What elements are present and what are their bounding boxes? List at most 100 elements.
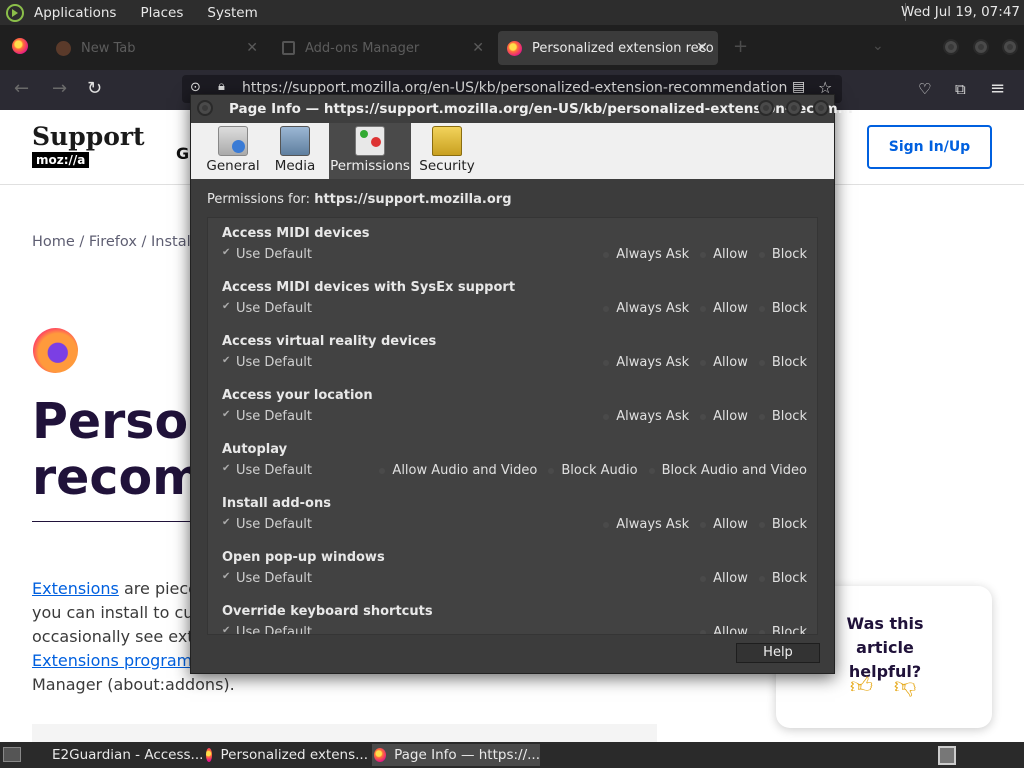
permission-option-radio[interactable]: Allow [703, 301, 748, 316]
checkmark-icon: ✔ [222, 409, 231, 420]
minimize-button[interactable] [758, 100, 774, 116]
system-logo-icon[interactable] [6, 3, 24, 22]
permission-option-radio[interactable]: Block Audio [551, 463, 637, 478]
minimize-button[interactable] [943, 39, 959, 55]
brand-support[interactable]: Support [32, 122, 145, 151]
permission-option-radio[interactable]: Always Ask [606, 517, 689, 532]
permission-option-radio[interactable]: Allow [703, 571, 748, 586]
tab-permissions[interactable]: Permissions [329, 123, 411, 179]
lock-icon[interactable]: 🔒︎ [218, 79, 225, 94]
tab-list-chevron-icon[interactable]: ⌄ [872, 38, 884, 54]
permission-options: Allow Block [689, 625, 807, 634]
new-tab-button[interactable]: + [733, 36, 748, 57]
dialog-titlebar[interactable]: Page Info — https://support.mozilla.org/… [191, 95, 853, 123]
permission-option-radio[interactable]: Block [762, 301, 807, 316]
tab-addons-manager[interactable]: Add-ons Manager ✕ [272, 31, 494, 65]
close-icon[interactable]: ✕ [472, 40, 484, 56]
taskbar-item-e2guardian[interactable]: E2Guardian - Access... [36, 744, 203, 766]
tab-media[interactable]: Media [265, 123, 325, 179]
clock[interactable]: Wed Jul 19, 07:47 [901, 4, 1020, 20]
permission-row: Access your location ✔ Use Default Always A… [208, 380, 817, 434]
close-icon[interactable]: ✕ [696, 40, 708, 56]
menu-system[interactable]: System [207, 5, 257, 21]
taskbar-item-page-info[interactable]: Page Info — https://... [372, 744, 540, 766]
permission-option-radio[interactable]: Allow [703, 247, 748, 262]
breadcrumb[interactable]: Home / Firefox / Install a [32, 234, 208, 250]
permission-option-radio[interactable]: Allow [703, 409, 748, 424]
use-default-checkbox[interactable]: ✔ Use Default [222, 463, 312, 478]
close-window-button[interactable] [1002, 39, 1018, 55]
taskbar-item-personalized[interactable]: Personalized extens... [204, 744, 368, 766]
permission-row: Access MIDI devices with SysEx support ✔ U… [208, 272, 817, 326]
permissions-list[interactable]: Access MIDI devices ✔ Use Default Always As… [207, 217, 818, 635]
use-default-checkbox[interactable]: ✔ Use Default [222, 409, 312, 424]
tab-personalized-extension[interactable]: Personalized extension reco ✕ [498, 31, 718, 65]
body-text: you can install to cus [32, 603, 202, 622]
extensions-program-link[interactable]: Extensions program [32, 651, 192, 670]
taskbar: E2Guardian - Access... Personalized exte… [0, 742, 1024, 768]
tab-label: New Tab [81, 40, 136, 56]
permission-option-radio[interactable]: Block [762, 517, 807, 532]
maximize-button[interactable] [973, 39, 989, 55]
tab-general[interactable]: General [201, 123, 265, 179]
use-default-checkbox[interactable]: ✔ Use Default [222, 517, 312, 532]
maximize-button[interactable] [786, 100, 802, 116]
close-icon[interactable]: ✕ [246, 40, 258, 56]
menu-icon[interactable]: ≡ [990, 78, 1005, 99]
permission-option-radio[interactable]: Allow [703, 625, 748, 634]
window-menu-button[interactable] [197, 100, 213, 116]
forward-icon[interactable]: → [52, 78, 67, 99]
sign-in-button[interactable]: Sign In/Up [867, 125, 992, 169]
permission-option-radio[interactable]: Block [762, 409, 807, 424]
extensions-icon[interactable]: ⧉ [955, 80, 966, 98]
media-icon [280, 126, 310, 156]
dialog-tabs: General Media Permissions Security [191, 123, 834, 179]
nav-item-partial[interactable]: G [176, 144, 189, 163]
permission-option-radio[interactable]: Always Ask [606, 247, 689, 262]
tab-bar: New Tab ✕ Add-ons Manager ✕ Personalized… [0, 25, 1024, 70]
permission-option-radio[interactable]: Always Ask [606, 301, 689, 316]
permission-option-radio[interactable]: Block [762, 355, 807, 370]
mozilla-logo[interactable]: moz://a [32, 152, 90, 168]
permission-option-radio[interactable]: Block [762, 247, 807, 262]
thumbs-up-icon[interactable]: 👍︎ [850, 672, 873, 699]
use-default-checkbox[interactable]: ✔ Use Default [222, 247, 312, 262]
use-default-checkbox[interactable]: ✔ Use Default [222, 301, 312, 316]
menu-applications[interactable]: Applications [34, 5, 116, 21]
trash-icon[interactable] [938, 746, 956, 765]
lock-icon [432, 126, 462, 156]
permission-options: Allow Audio and Video Block Audio Block Au… [368, 463, 807, 478]
tab-security[interactable]: Security [415, 123, 479, 179]
permission-option-radio[interactable]: Always Ask [606, 355, 689, 370]
reload-icon[interactable]: ↻ [87, 78, 102, 99]
use-default-checkbox[interactable]: ✔ Use Default [222, 571, 312, 586]
permission-option-radio[interactable]: Allow [703, 355, 748, 370]
permission-option-radio[interactable]: Block [762, 571, 807, 586]
permission-option-radio[interactable]: Block [762, 625, 807, 634]
title-divider [32, 521, 192, 522]
back-icon[interactable]: ← [14, 78, 29, 99]
site-info-icon[interactable]: ⊙ [190, 80, 201, 95]
firefox-view-icon[interactable] [12, 38, 28, 54]
show-desktop-icon[interactable] [3, 747, 21, 762]
tab-new-tab[interactable]: New Tab ✕ [48, 31, 268, 65]
permission-row: Override keyboard shortcuts ✔ Use Default A… [208, 596, 817, 634]
permission-option-radio[interactable]: Allow Audio and Video [382, 463, 537, 478]
close-button[interactable] [813, 100, 829, 116]
firefox-logo-icon [33, 328, 78, 373]
permissions-icon [355, 126, 385, 156]
pocket-icon[interactable]: ♡ [918, 80, 931, 98]
permission-row: Autoplay ✔ Use Default Allow Audio and Vide… [208, 434, 817, 488]
help-button[interactable]: Help [736, 643, 820, 663]
menu-places[interactable]: Places [140, 5, 183, 21]
reader-view-icon[interactable]: ▤ [792, 79, 805, 95]
permission-option-radio[interactable]: Block Audio and Video [652, 463, 807, 478]
permission-option-radio[interactable]: Always Ask [606, 409, 689, 424]
permission-options: Always Ask Allow Block [592, 355, 807, 370]
extensions-link[interactable]: Extensions [32, 579, 119, 598]
permission-options: Always Ask Allow Block [592, 517, 807, 532]
permission-option-radio[interactable]: Allow [703, 517, 748, 532]
thumbs-down-icon[interactable]: 👎︎ [894, 672, 916, 699]
use-default-checkbox[interactable]: ✔ Use Default [222, 355, 312, 370]
use-default-checkbox[interactable]: ✔ Use Default [222, 625, 312, 634]
